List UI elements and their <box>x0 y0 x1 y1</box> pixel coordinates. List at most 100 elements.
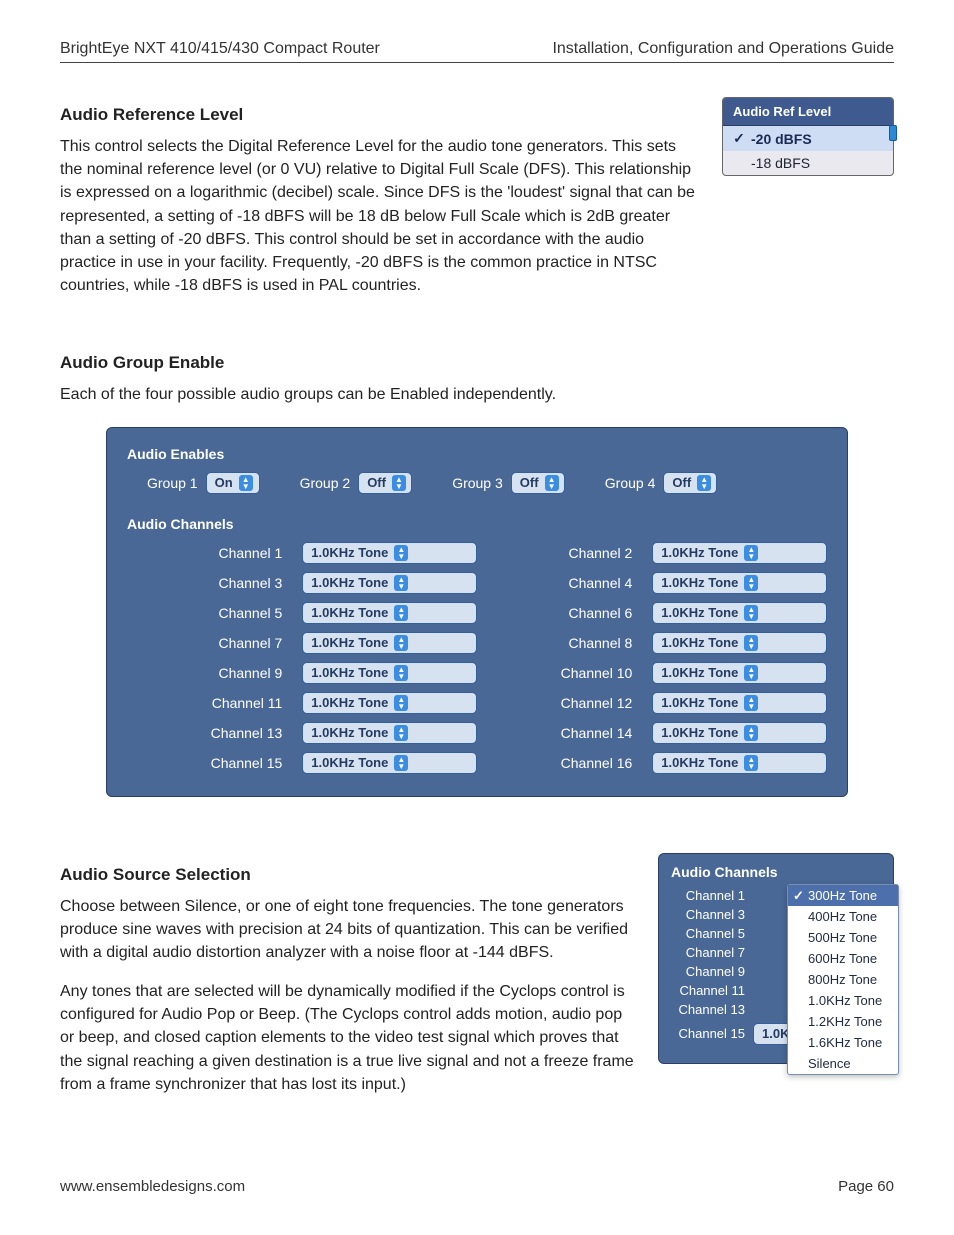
tone-menu-item[interactable]: 400Hz Tone <box>788 906 898 927</box>
audio-enables-row: Group 1OnGroup 2OffGroup 3OffGroup 4Off <box>147 472 827 494</box>
audio-ref-level-option-20[interactable]: ✓ -20 dBFS <box>723 126 893 151</box>
dropdown-value: 1.0KHz Tone <box>661 663 738 683</box>
stepper-icon <box>744 635 758 651</box>
tone-menu-item[interactable]: 1.2KHz Tone <box>788 1011 898 1032</box>
tone-menu-item[interactable]: 300Hz Tone <box>788 885 898 906</box>
dropdown-value: 1.0KHz Tone <box>661 543 738 563</box>
group-enable-select[interactable]: On <box>206 472 260 494</box>
channel-tone-select[interactable]: 1.0KHz Tone <box>652 572 827 594</box>
tone-menu-item[interactable]: 500Hz Tone <box>788 927 898 948</box>
channel-label: Channel 14 <box>497 725 632 741</box>
group-enable-item: Group 2Off <box>300 472 413 494</box>
group-enable-item: Group 4 Off <box>605 472 718 494</box>
channel-label: Channel 5 <box>671 926 745 941</box>
group-enable-select[interactable]: Off <box>663 472 717 494</box>
channel-label: Channel 2 <box>497 545 632 561</box>
group-label: Group 4 <box>605 475 656 491</box>
header-right: Installation, Configuration and Operatio… <box>552 40 894 58</box>
dropdown-value: 1.0KHz Tone <box>661 633 738 653</box>
channel-tone-select[interactable]: 1.0KHz Tone <box>652 632 827 654</box>
stepper-icon <box>394 575 408 591</box>
dropdown-handle-icon[interactable] <box>889 125 897 141</box>
page: BrightEye NXT 410/415/430 Compact Router… <box>0 0 954 1235</box>
stepper-icon <box>394 665 408 681</box>
audio-enables-header: Audio Enables <box>127 446 827 462</box>
dropdown-value: 1.0KHz Tone <box>661 693 738 713</box>
channel-tone-select[interactable]: 1.0KHz Tone <box>302 542 477 564</box>
channel-label: Channel 11 <box>147 695 282 711</box>
stepper-icon <box>744 575 758 591</box>
tone-menu-item[interactable]: Silence <box>788 1053 898 1074</box>
dropdown-value: On <box>215 473 233 493</box>
channel-label: Channel 3 <box>147 575 282 591</box>
channel-tone-select[interactable]: 1.0KHz Tone <box>302 662 477 684</box>
channel-tone-select[interactable]: 1.0KHz Tone <box>302 572 477 594</box>
audio-channels-grid: Channel 1 1.0KHz Tone Channel 2 1.0KHz Tone… <box>147 542 827 774</box>
section-audio-ref-level: Audio Reference Level This control selec… <box>60 87 894 313</box>
dropdown-value: 1.0KHz Tone <box>311 693 388 713</box>
para-audio-ref-level: This control selects the Digital Referen… <box>60 135 702 297</box>
group-enable-select[interactable]: Off <box>511 472 565 494</box>
stepper-icon <box>394 545 408 561</box>
audio-enables-panel: Audio Enables Group 1OnGroup 2OffGroup 3… <box>106 427 848 797</box>
audio-channels-header: Audio Channels <box>127 516 827 532</box>
stepper-icon <box>394 725 408 741</box>
tone-options-menu: 300Hz Tone400Hz Tone500Hz Tone600Hz Tone… <box>787 884 899 1075</box>
dropdown-value: Off <box>672 473 691 493</box>
stepper-icon <box>744 725 758 741</box>
channel-label: Channel 1 <box>147 545 282 561</box>
channel-label: Channel 9 <box>671 964 745 979</box>
channel-tone-select[interactable]: 1.0KHz Tone <box>652 602 827 624</box>
stepper-icon <box>394 635 408 651</box>
channel-label: Channel 12 <box>497 695 632 711</box>
dropdown-value: Off <box>367 473 386 493</box>
channel-tone-select[interactable]: 1.0KHz Tone <box>652 752 827 774</box>
audio-channels-side-panel: Audio Channels Channel 1Channel 3Channel… <box>658 853 894 1064</box>
dropdown-value: 1.0KHz Tone <box>661 603 738 623</box>
stepper-icon <box>239 475 253 491</box>
tone-menu-item[interactable]: 1.0KHz Tone <box>788 990 898 1011</box>
audio-ref-level-option-18[interactable]: -18 dBFS <box>723 151 893 175</box>
para-audio-source-2: Any tones that are selected will be dyna… <box>60 980 638 1096</box>
audio-ref-level-widget: Audio Ref Level ✓ -20 dBFS -18 dBFS <box>722 97 894 176</box>
section-audio-source-selection: Audio Source Selection Choose between Si… <box>60 847 894 1113</box>
channel-tone-select[interactable]: 1.0KHz Tone <box>652 542 827 564</box>
dropdown-value: 1.0KHz Tone <box>311 543 388 563</box>
stepper-icon <box>392 475 406 491</box>
channel-tone-select[interactable]: 1.0KHz Tone <box>302 632 477 654</box>
channel-label: Channel 7 <box>671 945 745 960</box>
group-label: Group 1 <box>147 475 198 491</box>
group-enable-item: Group 1 On <box>147 472 260 494</box>
para-audio-source-1: Choose between Silence, or one of eight … <box>60 895 638 965</box>
audio-channels-side-header: Audio Channels <box>671 864 881 880</box>
channel-label: Channel 4 <box>497 575 632 591</box>
para-audio-group-enable: Each of the four possible audio groups c… <box>60 383 894 406</box>
stepper-icon <box>744 545 758 561</box>
channel-tone-select[interactable]: 1.0KHz Tone <box>652 662 827 684</box>
group-enable-select[interactable]: Off <box>358 472 412 494</box>
stepper-icon <box>744 755 758 771</box>
tone-menu-item[interactable]: 800Hz Tone <box>788 969 898 990</box>
heading-audio-group-enable: Audio Group Enable <box>60 353 894 373</box>
channel-tone-select[interactable]: 1.0KHz Tone <box>652 722 827 744</box>
dropdown-value: 1.0KHz Tone <box>661 573 738 593</box>
channel-tone-select[interactable]: 1.0KHz Tone <box>302 722 477 744</box>
channel-tone-select[interactable]: 1.0KHz Tone <box>652 692 827 714</box>
channel-tone-select[interactable]: 1.0KHz Tone <box>302 692 477 714</box>
tone-menu-item[interactable]: 600Hz Tone <box>788 948 898 969</box>
checkmark-icon: ✓ <box>733 130 745 147</box>
channel-label: Channel 13 <box>147 725 282 741</box>
stepper-icon <box>697 475 711 491</box>
channel-tone-select[interactable]: 1.0KHz Tone <box>302 752 477 774</box>
figure-audio-channels-menu: Audio Channels Channel 1Channel 3Channel… <box>658 847 894 1064</box>
header-left: BrightEye NXT 410/415/430 Compact Router <box>60 40 380 58</box>
stepper-icon <box>744 605 758 621</box>
channel-label: Channel 16 <box>497 755 632 771</box>
stepper-icon <box>744 695 758 711</box>
dropdown-value: 1.0KHz Tone <box>311 633 388 653</box>
channel-label: Channel 10 <box>497 665 632 681</box>
tone-menu-item[interactable]: 1.6KHz Tone <box>788 1032 898 1053</box>
channel-label: Channel 5 <box>147 605 282 621</box>
channel-tone-select[interactable]: 1.0KHz Tone <box>302 602 477 624</box>
stepper-icon <box>394 695 408 711</box>
